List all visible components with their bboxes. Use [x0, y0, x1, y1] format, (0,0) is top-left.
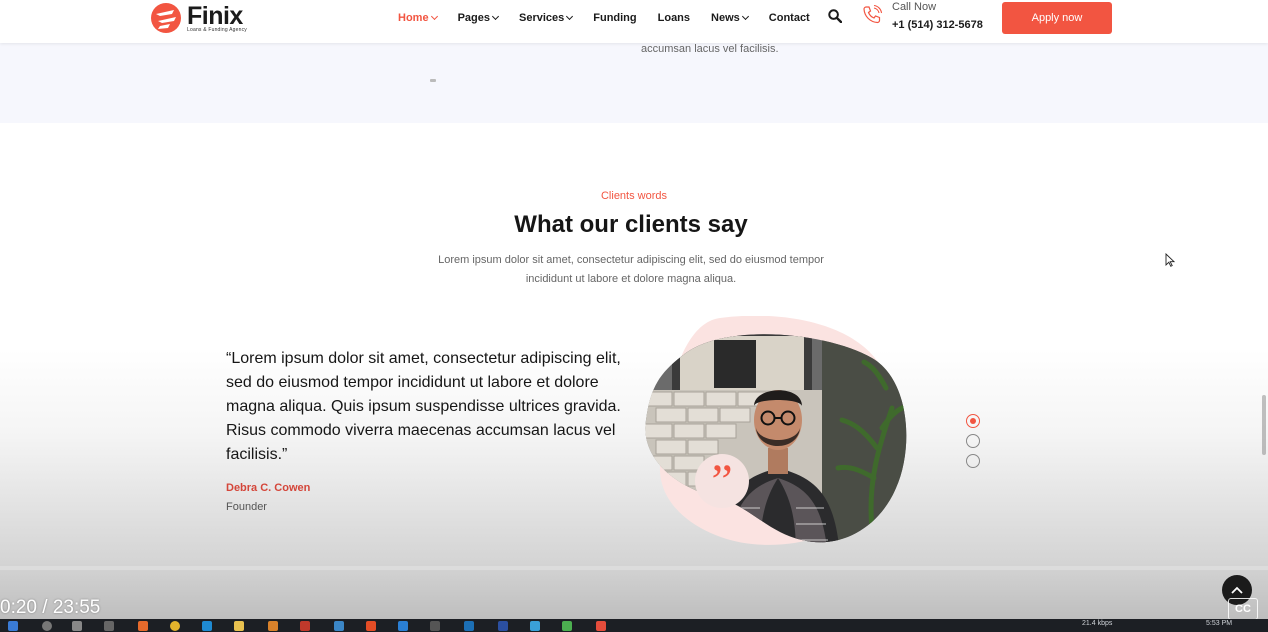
section-title: What our clients say [514, 211, 748, 238]
firefox-icon[interactable] [138, 621, 148, 631]
nav-news[interactable]: News [711, 12, 749, 24]
section-eyebrow: Clients words [600, 190, 668, 202]
app-icon[interactable] [334, 621, 344, 631]
nav-home[interactable]: Home [398, 12, 438, 24]
client-portrait: ” [640, 315, 910, 546]
photoshop-icon[interactable] [464, 621, 474, 631]
call-label: Call Now [892, 1, 937, 13]
text-fragment [430, 79, 436, 82]
logo-tagline: Loans & Funding Agency [187, 26, 247, 33]
logo-mark [150, 2, 184, 34]
nav-pages[interactable]: Pages [458, 12, 500, 24]
task-view-icon[interactable] [72, 621, 82, 631]
app-icon[interactable] [498, 621, 508, 631]
previous-section-text: accumsan lacus vel facilisis. [641, 43, 779, 55]
testimonial-author: Debra C. Cowen [226, 482, 311, 494]
testimonial-pagination [966, 414, 980, 474]
section-subtitle: Lorem ipsum dolor sit amet, consectetur … [438, 254, 824, 285]
folder-icon[interactable] [234, 621, 244, 631]
nav-services[interactable]: Services [519, 12, 574, 24]
vscode-icon[interactable] [202, 621, 212, 631]
main-nav: Home Pages Services Funding Loans News C… [398, 0, 831, 36]
chevron-down-icon [430, 12, 438, 21]
svg-text:”: ” [711, 455, 732, 508]
chrome-icon[interactable] [170, 621, 180, 631]
chevron-down-icon [741, 12, 749, 21]
call-number[interactable]: +1 (514) 312-5678 [892, 19, 983, 31]
previous-section: accumsan lacus vel facilisis. [0, 43, 1268, 123]
slide-dot-3[interactable] [966, 454, 980, 468]
start-icon[interactable] [8, 621, 18, 631]
testimonial-author-role: Founder [226, 501, 267, 513]
cursor-icon [1165, 252, 1176, 267]
app-icon[interactable] [398, 621, 408, 631]
nav-contact[interactable]: Contact [769, 12, 810, 24]
chevron-down-icon [566, 12, 574, 21]
app-icon[interactable] [430, 621, 440, 631]
system-clock: 5:53 PM [1206, 620, 1233, 627]
nav-funding[interactable]: Funding [593, 12, 636, 24]
call-now[interactable]: Call Now +1 (514) 312-5678 [861, 1, 983, 31]
app-icon[interactable] [300, 621, 310, 631]
slide-dot-1[interactable] [966, 414, 980, 428]
app-icon[interactable] [268, 621, 278, 631]
app-icon[interactable] [596, 621, 606, 631]
logo-name: Finix [187, 1, 243, 30]
search-icon[interactable] [42, 621, 52, 631]
app-icon[interactable] [530, 621, 540, 631]
slide-dot-2[interactable] [966, 434, 980, 448]
chevron-up-icon [1231, 586, 1243, 594]
video-time: 0:20 / 23:55 [0, 597, 101, 618]
apply-now-button[interactable]: Apply now [1002, 2, 1112, 34]
nav-loans[interactable]: Loans [658, 12, 690, 24]
chevron-down-icon [491, 12, 500, 21]
search-icon[interactable] [828, 9, 843, 24]
phone-icon [861, 4, 883, 30]
app-icon[interactable] [562, 621, 572, 631]
page-scrollbar[interactable] [1262, 395, 1266, 455]
network-speed: 21.4 kbps [1082, 620, 1113, 627]
logo[interactable]: Finix Loans & Funding Agency [150, 2, 247, 34]
closed-captions-button[interactable]: CC [1228, 598, 1258, 620]
site-header: Finix Loans & Funding Agency Home Pages … [0, 0, 1268, 43]
testimonial-quote: “Lorem ipsum dolor sit amet, consectetur… [226, 350, 621, 463]
section-divider [0, 566, 1268, 570]
quote-icon: ” [695, 454, 749, 508]
os-taskbar: 21.4 kbps 5:53 PM [0, 619, 1268, 632]
html-icon[interactable] [366, 621, 376, 631]
app-icon[interactable] [104, 621, 114, 631]
